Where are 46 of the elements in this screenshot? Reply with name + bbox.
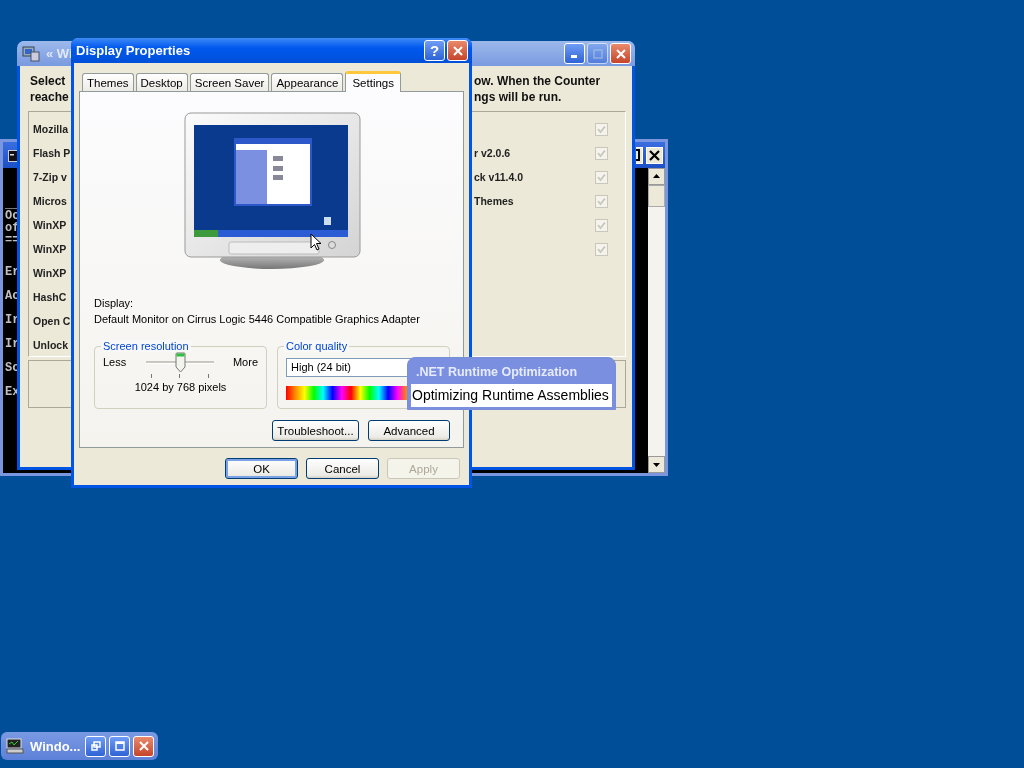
- instruction-text: ngs will be run.: [474, 89, 562, 105]
- slider-min-label: Less: [103, 356, 127, 368]
- help-button[interactable]: ?: [424, 40, 445, 61]
- close-button[interactable]: [447, 40, 468, 61]
- computer-icon: [22, 45, 40, 62]
- tab[interactable]: Settings: [345, 71, 401, 92]
- group-label: Screen resolution: [101, 340, 191, 352]
- scroll-down-icon[interactable]: [648, 456, 665, 473]
- console-text: Er: [5, 264, 20, 281]
- instruction-text: ow. When the Counter: [474, 73, 601, 89]
- list-item[interactable]: WinXP: [33, 267, 67, 279]
- list-item[interactable]: HashC: [33, 291, 67, 303]
- computer-icon: [6, 738, 24, 754]
- group-label: Color quality: [284, 340, 350, 352]
- maximize-button[interactable]: [109, 735, 130, 757]
- cursor-icon: [309, 233, 322, 252]
- list-item[interactable]: Unlock: [33, 339, 68, 351]
- maximize-button[interactable]: [587, 43, 608, 64]
- tab[interactable]: Screen Saver: [189, 73, 270, 91]
- slider-thumb[interactable]: [174, 352, 186, 373]
- resolution-value: 1024 by 768 pixels: [133, 381, 228, 393]
- scroll-thumb[interactable]: [648, 185, 665, 207]
- display-label: Display:: [94, 296, 135, 311]
- instruction-text: Select: [30, 73, 66, 89]
- close-button[interactable]: [133, 735, 154, 757]
- instruction-text: reache: [30, 89, 69, 105]
- close-button[interactable]: [610, 43, 631, 64]
- window-title: Windo...: [30, 738, 82, 754]
- minimize-button[interactable]: [564, 43, 585, 64]
- restore-icon[interactable]: [90, 741, 101, 751]
- dialog-button[interactable]: Advanced: [368, 420, 450, 441]
- window-title: Display Properties: [76, 43, 191, 58]
- tab[interactable]: Appearance: [271, 73, 344, 91]
- list-item[interactable]: Open C: [33, 315, 71, 327]
- dialog-button[interactable]: OK: [225, 458, 298, 479]
- scroll-up-icon[interactable]: [648, 168, 665, 185]
- tab[interactable]: Themes: [82, 73, 134, 91]
- popup-message: Optimizing Runtime Assemblies: [411, 384, 612, 407]
- close-icon[interactable]: [646, 147, 663, 164]
- display-adapter-text: Default Monitor on Cirrus Logic 5446 Compatible Graphics Adapter: [94, 312, 421, 327]
- slider-max-label: More: [232, 356, 258, 368]
- restore-button[interactable]: [85, 735, 106, 757]
- tab[interactable]: Desktop: [135, 73, 188, 91]
- dialog-button[interactable]: Troubleshoot...: [272, 420, 359, 441]
- scrollbar[interactable]: [648, 168, 665, 473]
- dialog-button[interactable]: Cancel: [306, 458, 379, 479]
